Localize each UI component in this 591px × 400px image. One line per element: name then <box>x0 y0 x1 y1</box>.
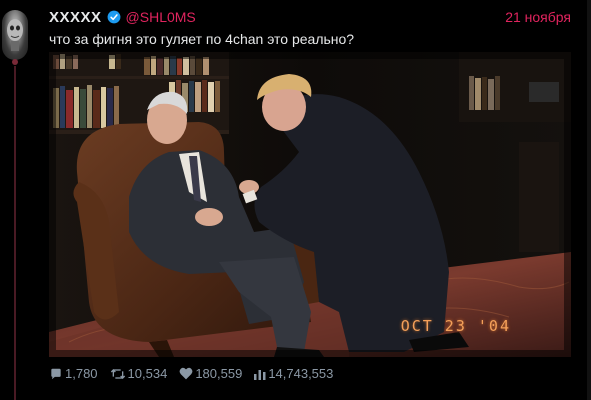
views-button[interactable]: 14,743,553 <box>254 366 333 381</box>
like-count: 180,559 <box>195 366 243 381</box>
reply-icon <box>51 368 61 379</box>
display-name[interactable]: XXXXX <box>49 9 121 26</box>
post-text: что за фигня это гуляет по 4chan это реа… <box>49 31 355 47</box>
thread-dot <box>12 59 18 65</box>
reply-button[interactable]: 1,780 <box>49 366 98 381</box>
thread-line <box>14 66 16 400</box>
post-actions: 1,780 10,534 180,559 14,743,553 <box>49 366 345 381</box>
scrollbar-track[interactable] <box>587 0 591 400</box>
repost-count: 10,534 <box>127 366 168 381</box>
verified-badge-icon <box>107 10 120 24</box>
post-date[interactable]: 21 ноября <box>505 9 571 25</box>
heart-icon <box>179 367 193 380</box>
avatar[interactable] <box>2 10 28 60</box>
like-button[interactable]: 180,559 <box>179 366 242 381</box>
views-count: 14,743,553 <box>268 366 334 381</box>
photo-date-stamp: OCT 23 '04 <box>400 317 511 335</box>
reply-count: 1,780 <box>65 366 98 381</box>
display-name-text: XXXXX <box>49 8 102 26</box>
repost-icon <box>110 368 125 379</box>
views-bar-chart-icon <box>254 369 266 380</box>
post: XXXXX @SHL0MS 21 ноября что за фигня это… <box>0 0 591 400</box>
repost-button[interactable]: 10,534 <box>110 366 168 381</box>
author-handle[interactable]: @SHL0MS <box>126 9 196 25</box>
post-header: XXXXX @SHL0MS 21 ноября <box>49 7 571 27</box>
post-image[interactable]: OCT 23 '04 <box>49 52 571 357</box>
